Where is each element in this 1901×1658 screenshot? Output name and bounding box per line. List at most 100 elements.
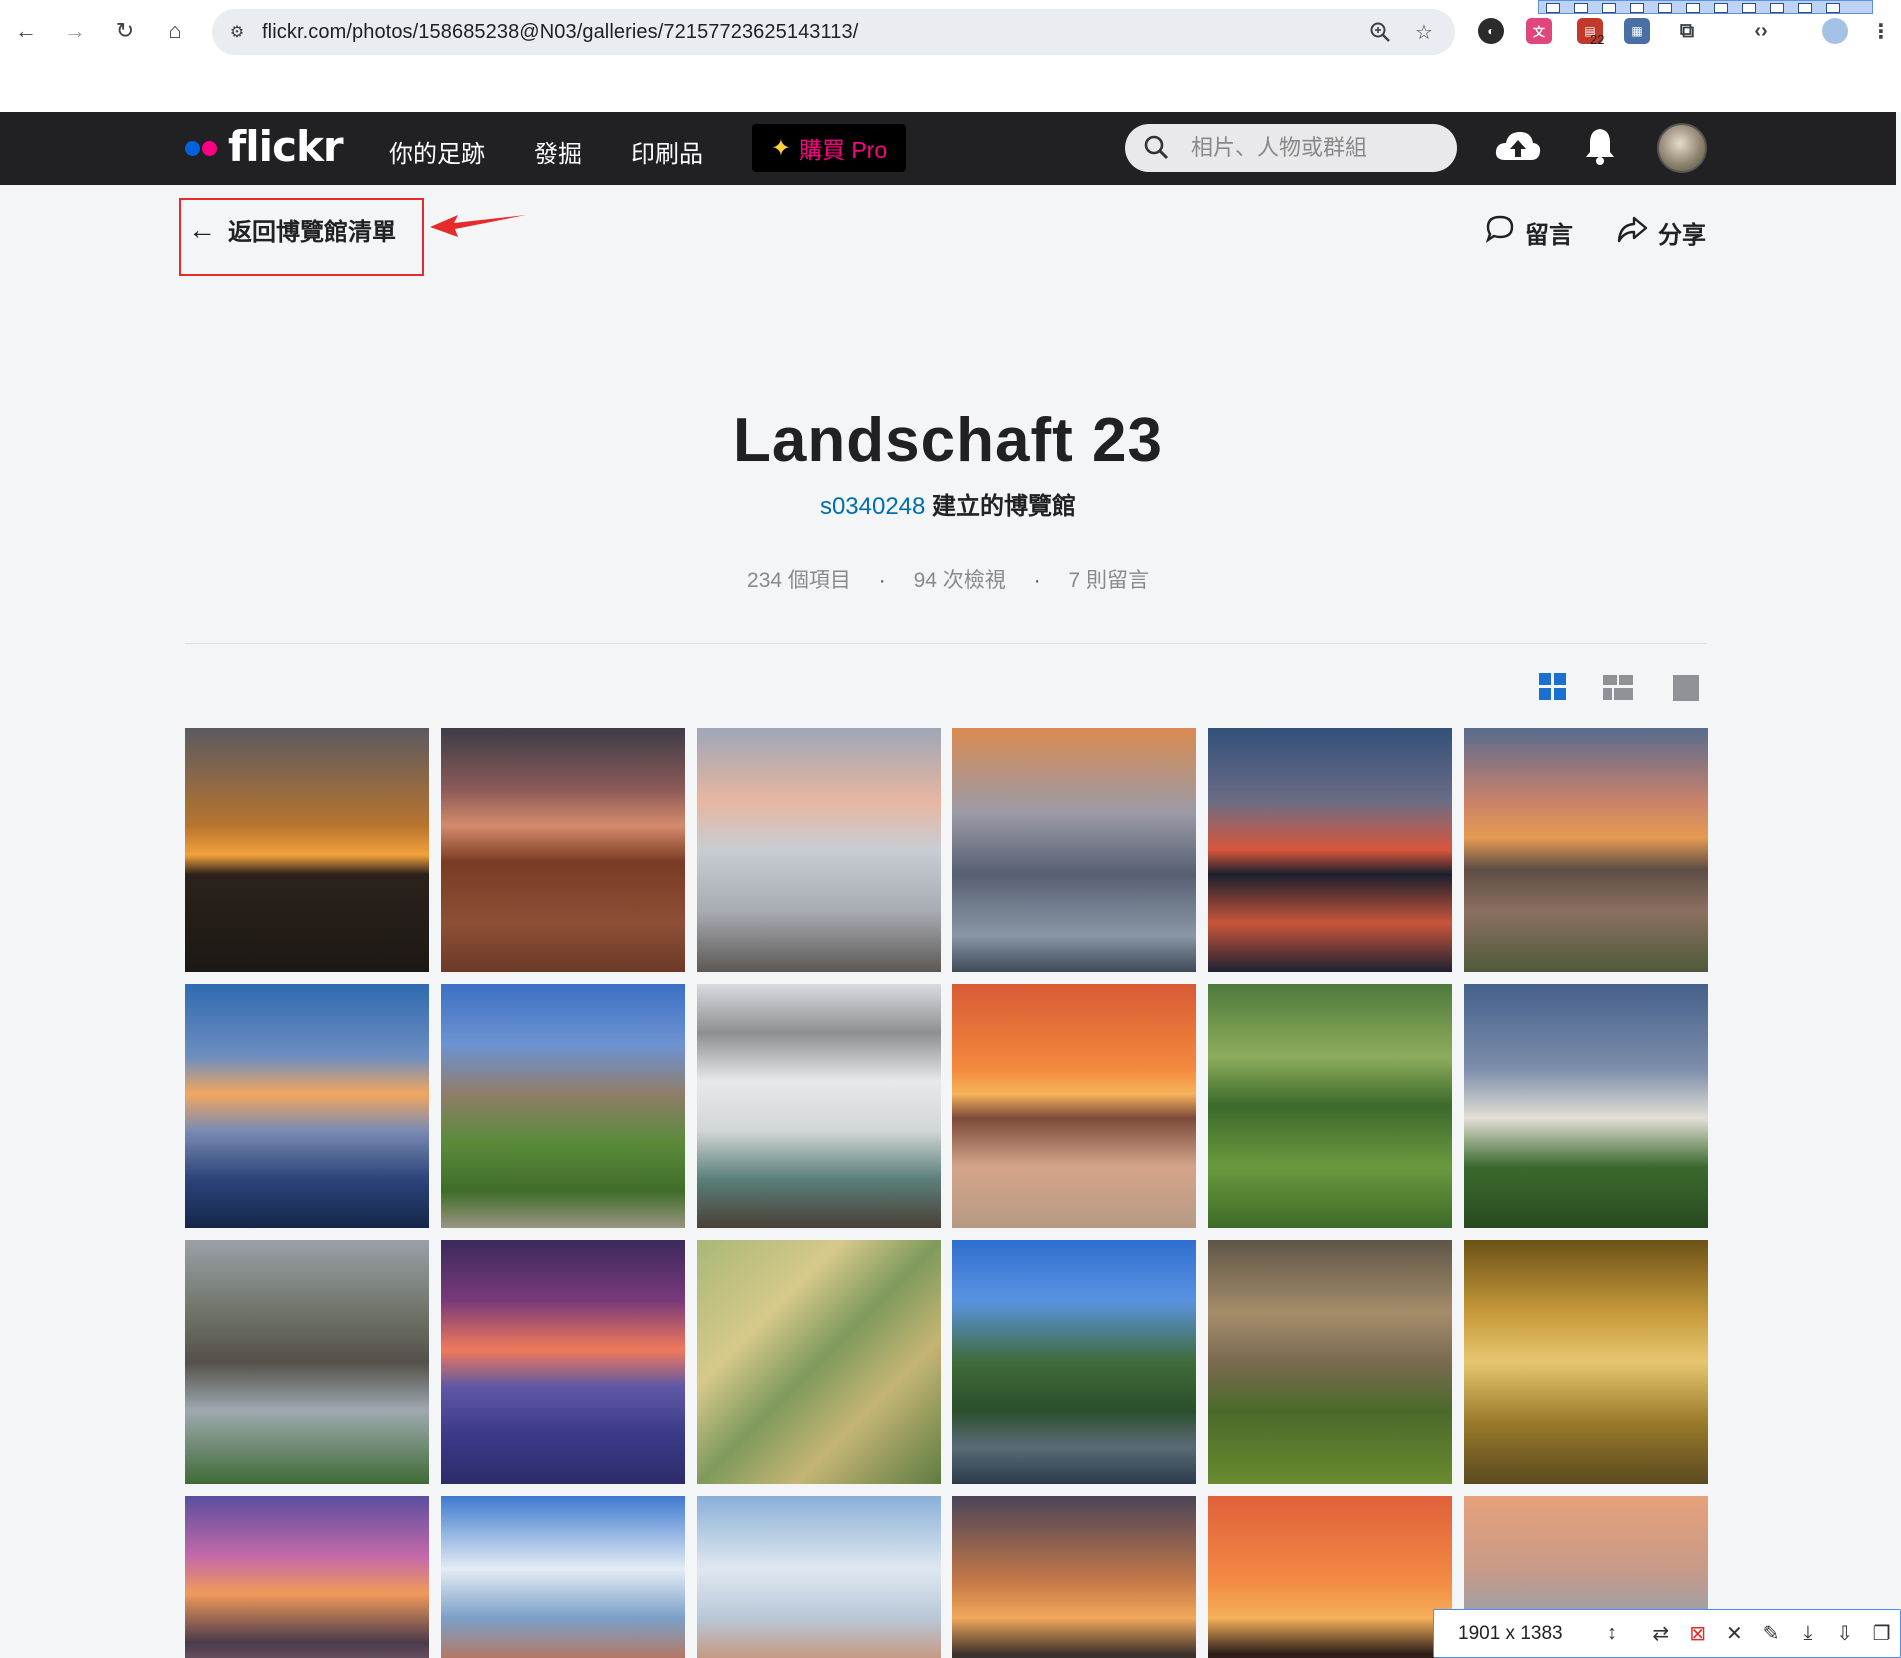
photo-thumbnail-tuscany-road[interactable] <box>1208 984 1453 1228</box>
photo-thumbnail-pier-longexposure[interactable] <box>696 728 941 972</box>
single-view-icon[interactable] <box>1673 675 1699 701</box>
tool-icon[interactable] <box>1686 3 1700 13</box>
annotation-arrow <box>430 215 526 237</box>
resize-vertical-icon[interactable]: ↕ <box>1594 1622 1631 1645</box>
extensions-puzzle-icon[interactable]: ⧉ <box>1674 18 1700 44</box>
photo-thumbnail-neuschwanstein[interactable] <box>1463 984 1708 1228</box>
gallery-created-suffix: 建立的博覽館 <box>925 493 1077 520</box>
close-icon[interactable]: ✕ <box>1716 1621 1753 1646</box>
home-icon[interactable]: ⌂ <box>158 14 192 48</box>
user-avatar[interactable] <box>1657 123 1707 173</box>
tool-icon[interactable] <box>1630 3 1644 13</box>
grid-view-icon[interactable] <box>1539 673 1569 703</box>
notifications-bell-icon[interactable] <box>1583 126 1617 175</box>
copy-icon[interactable]: ❐ <box>1863 1621 1900 1646</box>
tool-icon[interactable] <box>1574 3 1588 13</box>
search-box[interactable] <box>1125 124 1457 172</box>
share-label: 分享 <box>1658 222 1706 249</box>
photo-thumbnail-vernazza[interactable] <box>696 1496 941 1658</box>
sparkle-icon: ✦ <box>770 134 791 162</box>
screenshot-toolbar: 1901 x 1383 ↕ ⇄ ⊠ ✕ ✎ ⤓ ⇩ ❐ <box>1433 1609 1901 1658</box>
forward-icon[interactable]: → <box>58 14 92 48</box>
photo-thumbnail-fishing-huts[interactable] <box>1208 1496 1453 1658</box>
extension-badge: 22 <box>1590 32 1605 47</box>
divider <box>185 643 1707 644</box>
photo-thumbnail-red-harbor[interactable] <box>1208 728 1453 972</box>
photo-thumbnail-castle-hill[interactable] <box>440 984 685 1228</box>
zoom-icon[interactable] <box>1367 19 1393 45</box>
tool-icon[interactable] <box>1602 3 1616 13</box>
comment-label: 留言 <box>1525 222 1573 249</box>
upload-cloud-icon[interactable] <box>1493 126 1543 175</box>
profile-icon[interactable] <box>1822 18 1848 44</box>
browser-chrome: ← → ↻ ⌂ ⚙ flickr.com/photos/158685238@N0… <box>0 0 1901 112</box>
tool-icon[interactable] <box>1546 3 1560 13</box>
download-icon[interactable]: ⤓ <box>1790 1622 1827 1645</box>
repeat-icon[interactable]: ⇄ <box>1642 1621 1679 1646</box>
save-icon[interactable]: ⇩ <box>1826 1621 1863 1646</box>
stat-items: 234 個項目 <box>747 569 851 592</box>
photo-thumbnail-monument-valley[interactable] <box>440 728 685 972</box>
photo-grid <box>185 728 1708 1658</box>
pin-icon[interactable]: ✎ <box>1753 1621 1790 1646</box>
url-text[interactable]: flickr.com/photos/158685238@N03/gallerie… <box>262 21 858 44</box>
back-icon[interactable]: ← <box>9 14 43 48</box>
gallery-owner-link[interactable]: s0340248 <box>820 493 925 520</box>
search-icon <box>1143 134 1169 167</box>
gallery-stats: 234 個項目 · 94 次檢視 · 7 則留言 <box>0 564 1896 594</box>
reload-icon[interactable]: ↻ <box>108 14 142 48</box>
tool-icon[interactable] <box>1826 3 1840 13</box>
stat-views: 94 次檢視 <box>913 569 1006 592</box>
gallery-byline: s0340248 建立的博覽館 <box>0 486 1896 521</box>
stat-separator: · <box>1033 569 1041 592</box>
photo-thumbnail-cypress-hills[interactable] <box>1208 1240 1453 1484</box>
extension-spy-icon[interactable]: ◐ <box>1478 18 1504 44</box>
extension-toolbar <box>1538 0 1873 14</box>
flickr-logo[interactable]: flickr <box>228 122 344 171</box>
extension-translate-icon[interactable]: 文 <box>1526 18 1552 44</box>
photo-thumbnail-golden-avenue[interactable] <box>1463 1240 1708 1484</box>
cancel-selection-icon[interactable]: ⊠ <box>1679 1621 1716 1646</box>
buy-pro-button[interactable]: ✦ 購買 Pro <box>752 124 906 172</box>
photo-thumbnail-boat-sunset[interactable] <box>185 984 429 1228</box>
site-info-icon[interactable]: ⚙ <box>226 21 248 43</box>
menu-kebab-icon[interactable]: ⋮ <box>1868 18 1894 44</box>
photo-thumbnail-pier-red-sky[interactable] <box>952 984 1197 1228</box>
buy-pro-label: 購買 Pro <box>798 137 888 163</box>
stat-separator: · <box>878 569 886 592</box>
nav-explore[interactable]: 發掘 <box>534 134 582 169</box>
share-button[interactable]: 分享 <box>1616 214 1706 251</box>
tool-icon[interactable] <box>1798 3 1812 13</box>
share-arrow-icon <box>1616 214 1648 251</box>
tool-icon[interactable] <box>1770 3 1784 13</box>
comment-button[interactable]: 留言 <box>1485 214 1573 251</box>
address-bar[interactable]: ⚙ flickr.com/photos/158685238@N03/galler… <box>212 9 1455 55</box>
devtools-code-icon[interactable]: ‹› <box>1748 18 1774 44</box>
flickr-logo-dots[interactable] <box>185 141 219 161</box>
photo-thumbnail-stone-bridge[interactable] <box>185 1240 429 1484</box>
photo-thumbnail-cinque-terre[interactable] <box>440 1496 685 1658</box>
photo-thumbnail-lake-tree[interactable] <box>952 728 1197 972</box>
photo-thumbnail-hallstatt[interactable] <box>952 1240 1197 1484</box>
mosaic-view-icon[interactable] <box>1603 673 1633 703</box>
photo-thumbnail-beach-sunset[interactable] <box>185 1496 429 1658</box>
extension-grid-icon[interactable]: ▦ <box>1624 18 1650 44</box>
photo-thumbnail-waterfall[interactable] <box>696 984 941 1228</box>
nav-prints[interactable]: 印刷品 <box>631 134 703 169</box>
photo-thumbnail-mont-saint-michel[interactable] <box>1463 728 1708 972</box>
stat-comments: 7 則留言 <box>1068 569 1149 592</box>
site-header: flickr 你的足跡 發掘 印刷品 ✦ 購買 Pro <box>0 112 1896 185</box>
photo-thumbnail-lighthouse[interactable] <box>440 1240 685 1484</box>
photo-thumbnail-pier-dusk[interactable] <box>952 1496 1197 1658</box>
speech-bubble-icon <box>1485 214 1515 251</box>
gallery-title: Landschaft 23 <box>733 406 1163 475</box>
tool-icon[interactable] <box>1742 3 1756 13</box>
tool-icon[interactable] <box>1658 3 1672 13</box>
selection-dimensions: 1901 x 1383 <box>1458 1622 1563 1644</box>
photo-thumbnail-rice-terraces[interactable] <box>696 1240 941 1484</box>
bookmark-star-icon[interactable]: ☆ <box>1411 19 1437 45</box>
tool-icon[interactable] <box>1714 3 1728 13</box>
search-input[interactable] <box>1191 132 1441 164</box>
photo-thumbnail-sunset-pier[interactable] <box>185 728 429 972</box>
nav-you[interactable]: 你的足跡 <box>389 134 485 169</box>
